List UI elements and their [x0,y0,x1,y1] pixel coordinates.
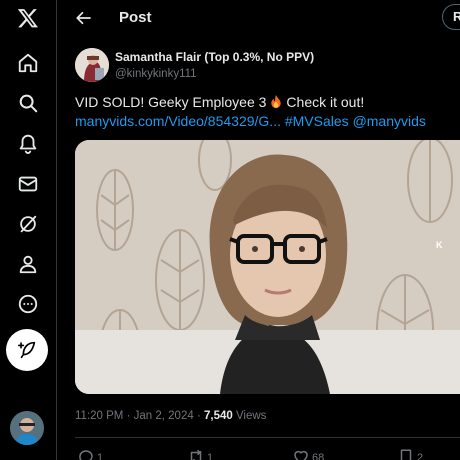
post-text-part: Check it out! [286,94,365,110]
post-links: manyvids.com/Video/854329/G... #MVSales … [75,113,426,129]
video-link[interactable]: manyvids.com/Video/854329/G... [75,113,281,129]
post-text-part: VID SOLD! Geeky Employee 3 [75,94,267,110]
reply-count: 1 [97,452,104,460]
compose-post-button[interactable] [6,329,48,371]
person-icon[interactable] [14,250,42,278]
main-column: Post R Samantha Flair (Top 0.3%, No PPV)… [57,0,460,460]
x-logo-icon[interactable] [14,4,42,32]
repost-action[interactable]: 1 [187,448,213,460]
reply-action[interactable]: 1 [77,448,103,460]
heart-icon [294,450,308,460]
post-text: VID SOLD! Geeky Employee 3 Check it out! [75,94,364,110]
post-date[interactable]: Jan 2, 2024 [134,410,194,422]
more-circle-icon[interactable] [14,290,42,318]
hashtag-link[interactable]: #MVSales [285,113,349,129]
like-count: 68 [312,452,325,460]
author-avatar[interactable] [75,48,109,82]
mention-link[interactable]: @manyvids [353,113,426,129]
author-name[interactable]: Samantha Flair (Top 0.3%, No PPV) [115,50,314,64]
meta-separator: · [126,410,131,422]
views-label: Views [235,410,267,422]
fire-icon [269,94,283,109]
reply-icon [79,450,93,460]
account-avatar[interactable] [10,411,44,445]
bookmark-icon [400,449,412,460]
reply-button[interactable]: R [442,4,460,30]
repost-icon [190,449,202,460]
like-action[interactable]: 68 [292,448,324,460]
page-title: Post [119,9,152,26]
divider [75,437,460,438]
bookmark-count: 2 [417,452,424,460]
arrow-left-icon [76,11,91,25]
feather-plus-icon [17,341,36,359]
post-time[interactable]: 11:20 PM [75,410,123,422]
media-caption: K [436,240,443,250]
back-button[interactable] [73,7,95,29]
bookmark-action[interactable]: 2 [397,448,423,460]
repost-count: 1 [207,452,214,460]
post-media-image[interactable] [75,140,460,394]
bell-icon[interactable] [14,129,42,157]
home-icon[interactable] [14,49,42,77]
post-meta: 11:20 PM · Jan 2, 2024 · 7,540 Views [75,410,266,422]
views-count: 7,540 [203,410,233,422]
search-icon[interactable] [14,89,42,117]
author-handle[interactable]: @kinkykinky111 [115,68,197,80]
grok-icon[interactable] [14,210,42,238]
sidebar-nav [0,0,57,460]
meta-separator: · [196,410,201,422]
mail-icon[interactable] [14,170,42,198]
